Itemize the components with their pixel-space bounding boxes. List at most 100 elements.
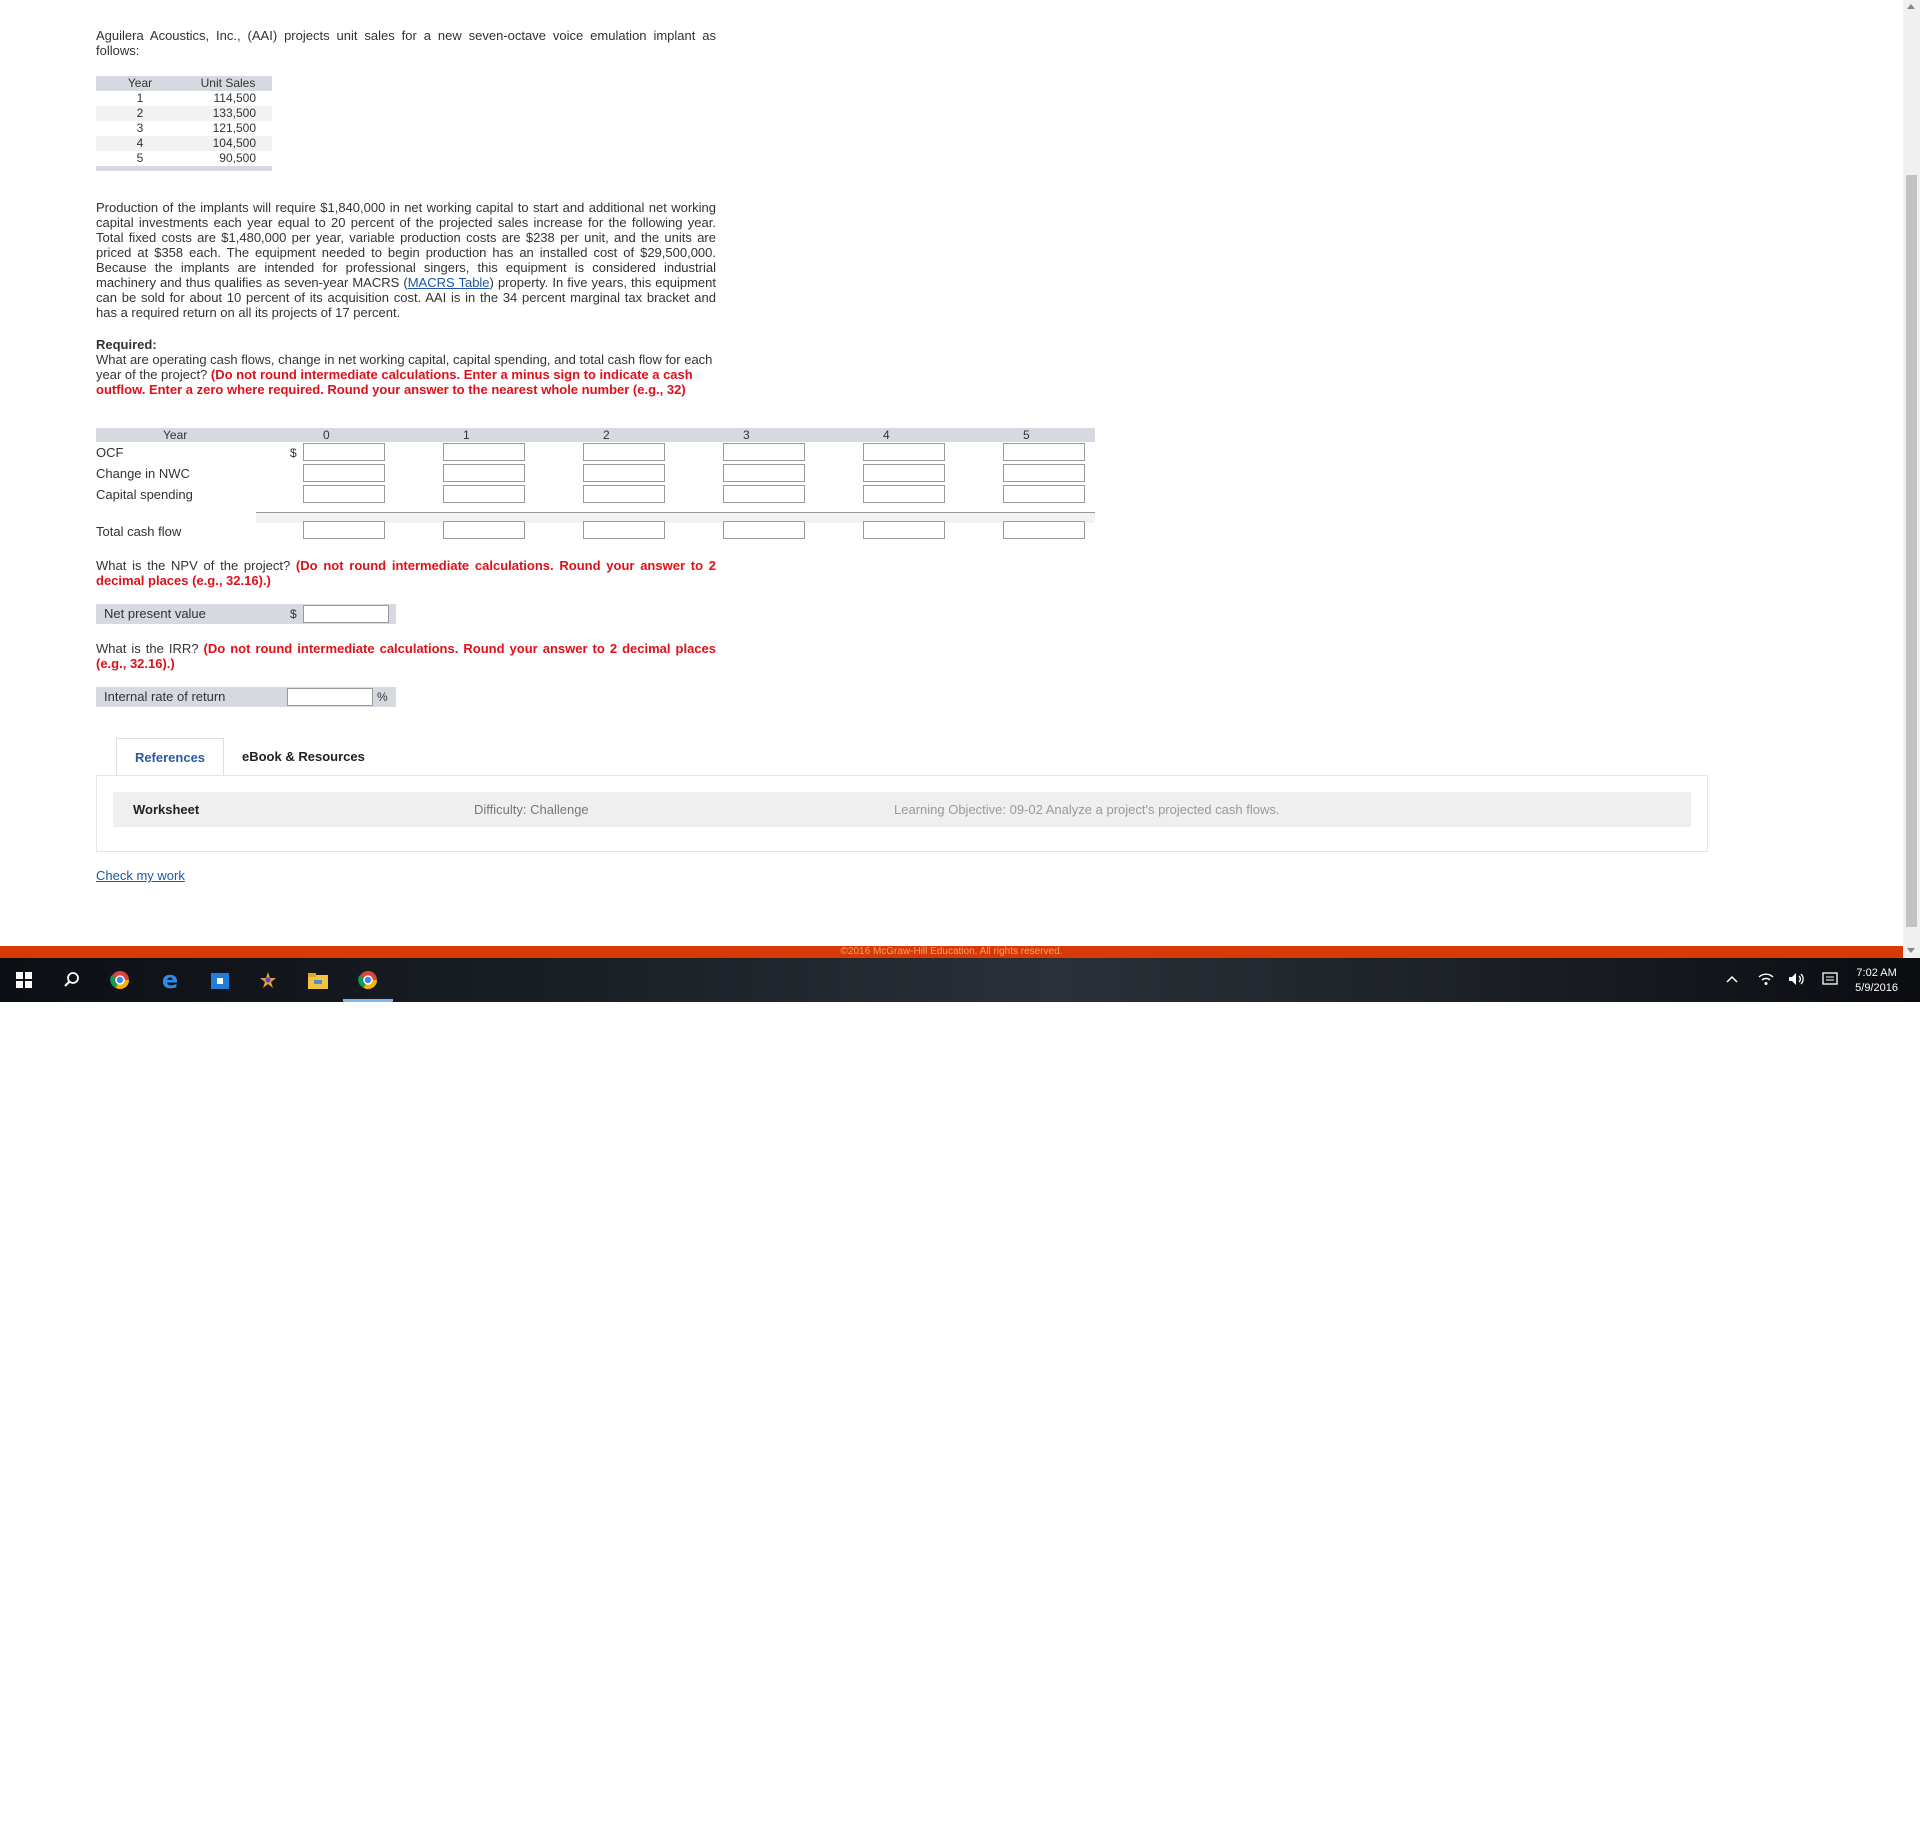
nwc-input-year-4[interactable] bbox=[863, 464, 945, 482]
wifi-icon[interactable] bbox=[1758, 972, 1774, 989]
chevron-up-icon[interactable] bbox=[1726, 972, 1738, 987]
edge-icon[interactable]: e bbox=[160, 968, 180, 992]
capex-input-year-4[interactable] bbox=[863, 485, 945, 503]
ocf-input-year-0[interactable] bbox=[303, 443, 385, 461]
table-row: 4 104,500 bbox=[96, 136, 272, 151]
npv-currency: $ bbox=[290, 607, 297, 621]
currency-symbol: $ bbox=[290, 446, 297, 460]
table-row: 1 114,500 bbox=[96, 91, 272, 106]
total-input-year-5[interactable] bbox=[1003, 521, 1085, 539]
chrome-icon[interactable] bbox=[110, 970, 130, 990]
nwc-input-year-3[interactable] bbox=[723, 464, 805, 482]
store-icon[interactable] bbox=[210, 970, 230, 990]
row-label-capital-spending: Capital spending bbox=[96, 487, 193, 502]
table-row: 5 90,500 bbox=[96, 151, 272, 169]
ocf-input-year-4[interactable] bbox=[863, 443, 945, 461]
irr-question-text: What is the IRR? bbox=[96, 641, 204, 656]
clock-time: 7:02 AM bbox=[1856, 967, 1897, 979]
total-input-year-3[interactable] bbox=[723, 521, 805, 539]
intro-text: Aguilera Acoustics, Inc., (AAI) projects… bbox=[96, 28, 716, 58]
ocf-input-year-3[interactable] bbox=[723, 443, 805, 461]
capex-input-year-5[interactable] bbox=[1003, 485, 1085, 503]
tab-ebook-resources[interactable]: eBook & Resources bbox=[242, 738, 365, 776]
year-cell: 2 bbox=[96, 106, 184, 121]
capex-input-year-0[interactable] bbox=[303, 485, 385, 503]
page-bottom-edge bbox=[0, 926, 1903, 946]
volume-icon[interactable] bbox=[1788, 972, 1806, 989]
npv-question-text: What is the NPV of the project? bbox=[96, 558, 296, 573]
paint-icon[interactable] bbox=[258, 970, 278, 990]
copyright-footer: ©2016 McGraw-Hill Education. All rights … bbox=[0, 946, 1903, 958]
problem-paragraph: Production of the implants will require … bbox=[96, 200, 716, 320]
scrollbar-thumb[interactable] bbox=[1906, 175, 1917, 927]
windows-taskbar: e 7:02 AM 5/9/2016 bbox=[0, 958, 1920, 1002]
table-row: 3 121,500 bbox=[96, 121, 272, 136]
ocf-input-year-1[interactable] bbox=[443, 443, 525, 461]
year-cell: 5 bbox=[136, 151, 144, 165]
irr-unit: % bbox=[377, 690, 388, 704]
sales-cell: 133,500 bbox=[184, 106, 272, 121]
unit-sales-table: Year Unit Sales 1 114,500 2 133,500 3 121,5… bbox=[96, 76, 272, 171]
sales-cell: 114,500 bbox=[213, 91, 257, 105]
cashflow-header: Year 0 1 2 3 4 5 bbox=[96, 428, 1095, 442]
row-label-ocf: OCF bbox=[96, 445, 124, 460]
nwc-input-year-0[interactable] bbox=[303, 464, 385, 482]
irr-row: Internal rate of return % bbox=[96, 687, 396, 707]
ocf-input-year-2[interactable] bbox=[583, 443, 665, 461]
tab-references[interactable]: References bbox=[116, 738, 224, 776]
total-input-year-0[interactable] bbox=[303, 521, 385, 539]
table-row: 2 133,500 bbox=[96, 106, 272, 121]
sales-cell: 104,500 bbox=[184, 136, 272, 151]
year-col-4: 4 bbox=[883, 428, 890, 442]
ocf-input-year-5[interactable] bbox=[1003, 443, 1085, 461]
npv-row: Net present value $ bbox=[96, 604, 396, 624]
macrs-table-link[interactable]: MACRS Table bbox=[408, 275, 490, 290]
chrome-active-icon[interactable] bbox=[358, 970, 378, 990]
irr-label: Internal rate of return bbox=[104, 689, 226, 704]
scroll-down-icon[interactable] bbox=[1907, 948, 1915, 953]
npv-question: What is the NPV of the project? (Do not … bbox=[96, 558, 716, 588]
page: Aguilera Acoustics, Inc., (AAI) projects… bbox=[0, 0, 1903, 940]
references-panel: Worksheet Difficulty: Challenge Learning… bbox=[96, 775, 1708, 852]
search-icon[interactable] bbox=[62, 970, 82, 990]
required-section: Required: What are operating cash flows,… bbox=[96, 337, 716, 397]
nwc-input-year-1[interactable] bbox=[443, 464, 525, 482]
total-input-year-2[interactable] bbox=[583, 521, 665, 539]
irr-question: What is the IRR? (Do not round intermedi… bbox=[96, 641, 716, 671]
year-header-label: Year bbox=[163, 428, 188, 442]
row-label-total-cash-flow: Total cash flow bbox=[96, 524, 182, 539]
capex-input-year-2[interactable] bbox=[583, 485, 665, 503]
capex-input-year-1[interactable] bbox=[443, 485, 525, 503]
total-input-year-4[interactable] bbox=[863, 521, 945, 539]
active-app-indicator bbox=[343, 999, 393, 1002]
reference-bar: Worksheet Difficulty: Challenge Learning… bbox=[113, 792, 1691, 827]
windows-start-icon[interactable] bbox=[14, 970, 34, 990]
npv-label: Net present value bbox=[104, 606, 206, 621]
sales-cell: 90,500 bbox=[219, 151, 256, 165]
sales-cell: 121,500 bbox=[212, 121, 256, 135]
npv-input[interactable] bbox=[303, 605, 389, 623]
year-col-1: 1 bbox=[463, 428, 470, 442]
clock-date: 5/9/2016 bbox=[1855, 982, 1898, 994]
col-header-unit-sales: Unit Sales bbox=[184, 76, 272, 91]
nwc-input-year-5[interactable] bbox=[1003, 464, 1085, 482]
clock[interactable]: 7:02 AM 5/9/2016 bbox=[1855, 966, 1898, 996]
notification-icon[interactable] bbox=[1822, 972, 1838, 989]
irr-input[interactable] bbox=[287, 688, 373, 706]
file-explorer-icon[interactable] bbox=[308, 970, 328, 990]
scroll-up-icon[interactable] bbox=[1907, 4, 1915, 9]
total-input-year-1[interactable] bbox=[443, 521, 525, 539]
capex-input-year-3[interactable] bbox=[723, 485, 805, 503]
check-my-work-link[interactable]: Check my work bbox=[96, 868, 185, 883]
col-header-year: Year bbox=[96, 76, 184, 91]
worksheet-label[interactable]: Worksheet bbox=[133, 792, 199, 827]
year-cell: 4 bbox=[96, 136, 184, 151]
vertical-scrollbar[interactable] bbox=[1903, 0, 1920, 958]
difficulty-label: Difficulty: Challenge bbox=[474, 802, 589, 817]
learning-objective: Learning Objective: 09-02 Analyze a proj… bbox=[894, 802, 1280, 817]
required-heading: Required: bbox=[96, 337, 157, 352]
year-col-2: 2 bbox=[603, 428, 610, 442]
year-col-0: 0 bbox=[323, 428, 330, 442]
row-label-change-nwc: Change in NWC bbox=[96, 466, 190, 481]
nwc-input-year-2[interactable] bbox=[583, 464, 665, 482]
